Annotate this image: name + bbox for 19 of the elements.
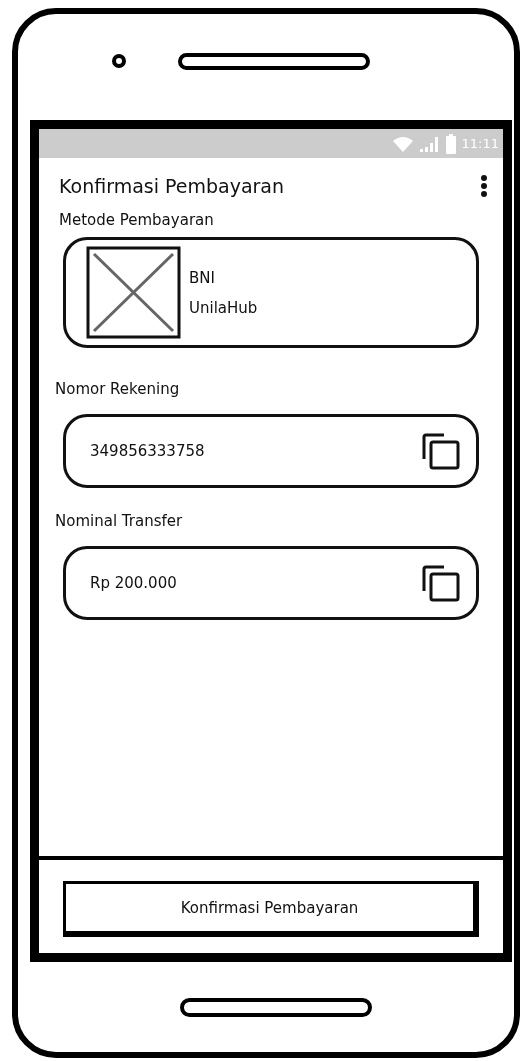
more-menu-icon[interactable] bbox=[481, 175, 487, 197]
page-title: Konfirmasi Pembayaran bbox=[59, 175, 285, 197]
copy-icon[interactable] bbox=[422, 432, 460, 470]
field-value: 349856333758 bbox=[90, 442, 205, 460]
field-label: Nomor Rekening bbox=[55, 380, 181, 398]
bank-name: BNI bbox=[189, 268, 216, 287]
battery-icon bbox=[445, 133, 456, 154]
account-name: UnilaHub bbox=[189, 298, 258, 317]
signal-icon bbox=[419, 135, 440, 152]
section-label: Metode Pembayaran bbox=[59, 211, 215, 229]
home-button[interactable] bbox=[180, 997, 372, 1017]
field-value: Rp 200.000 bbox=[90, 574, 177, 592]
wifi-icon bbox=[391, 135, 414, 152]
camera-icon bbox=[112, 54, 126, 68]
field-label: Nominal Transfer bbox=[55, 512, 184, 530]
confirm-payment-button[interactable]: Konfirmasi Pembayaran bbox=[63, 881, 479, 937]
image-placeholder-icon bbox=[86, 246, 181, 339]
speaker-icon bbox=[178, 52, 370, 70]
copy-icon[interactable] bbox=[422, 564, 460, 602]
